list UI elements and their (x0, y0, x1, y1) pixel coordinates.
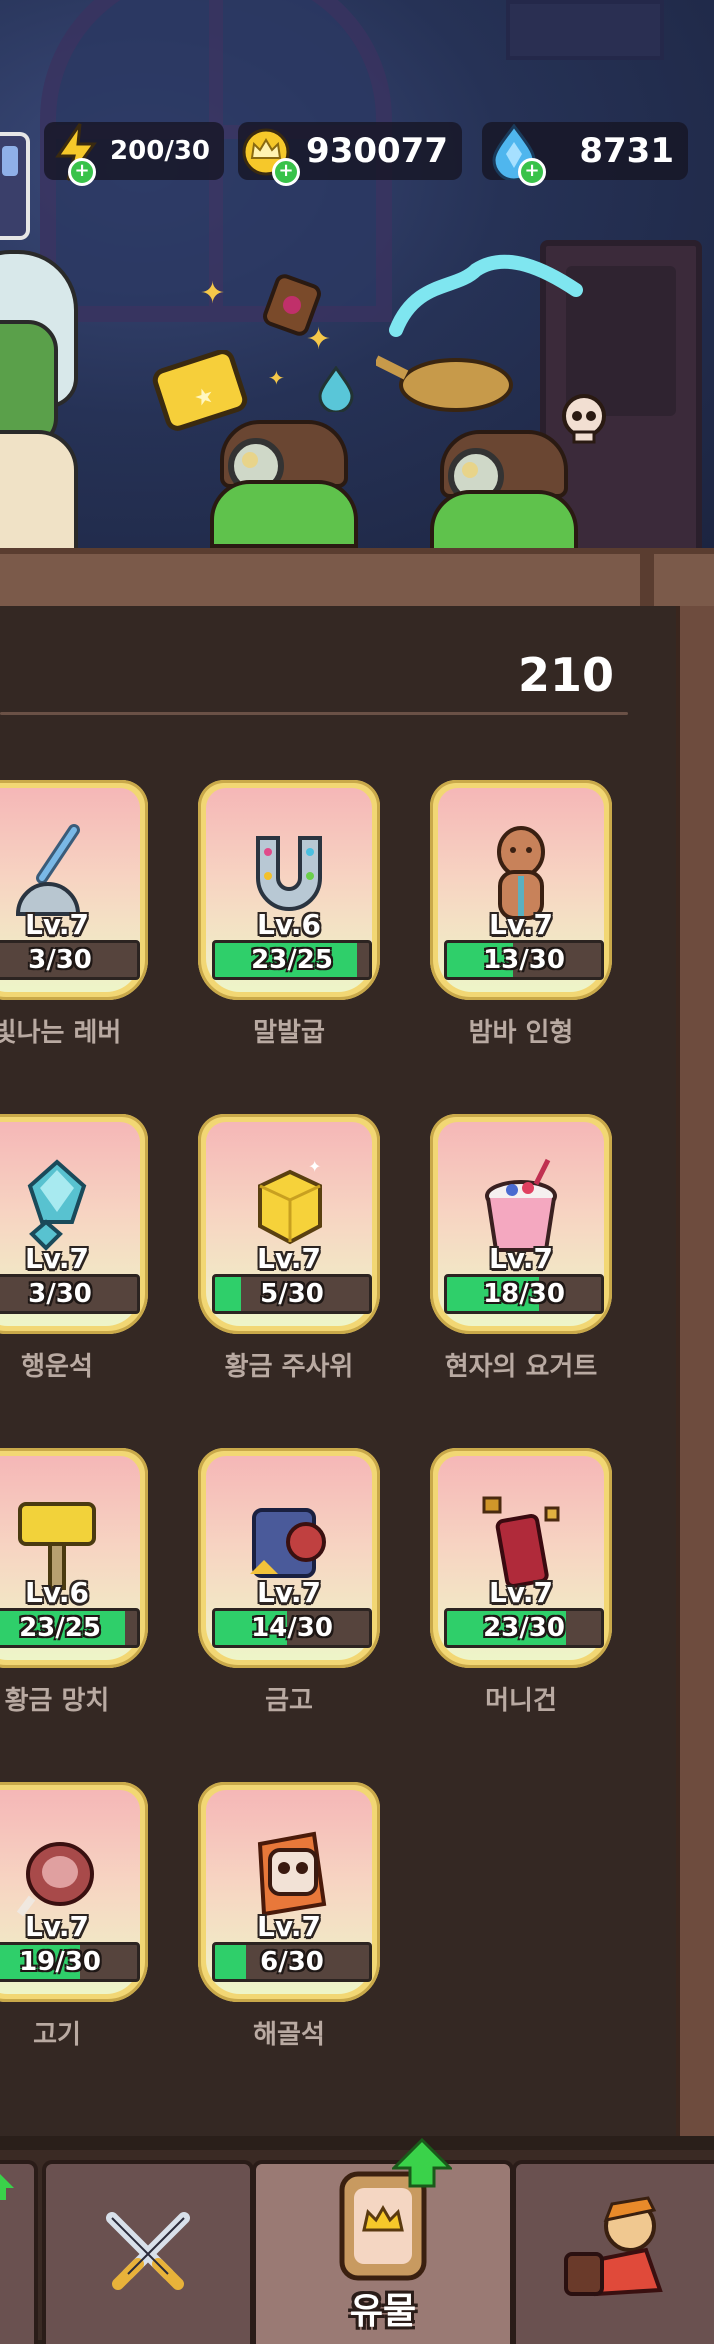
relic-card[interactable]: Lv.7 3/30 (0, 1114, 148, 1336)
relic-name: 황금 주사위 (224, 1352, 354, 1382)
relic-progress-bar: 23/30 (444, 1608, 604, 1648)
relic-card[interactable]: Lv.7 6/30 (198, 1782, 380, 2004)
relic-card[interactable]: Lv.7 3/30 (0, 780, 148, 1002)
relic-progress-bar: 3/30 (0, 1274, 140, 1314)
relic-progress-text: 3/30 (28, 1279, 92, 1309)
zombie-shopkeeper (0, 250, 80, 560)
relic-progress-bar: 5/30 (212, 1274, 372, 1314)
relic-progress-bar: 19/30 (0, 1942, 140, 1982)
sparkle-icon: ✦ (268, 366, 285, 390)
relic-level: Lv.7 (25, 908, 89, 941)
horseshoe-icon (256, 836, 322, 911)
relic-progress-bar: 14/30 (212, 1608, 372, 1648)
sparkle-icon: ✦ (200, 276, 226, 311)
upgrade-arrow-icon (392, 2138, 452, 2188)
relic-progress-text: 23/30 (483, 1613, 565, 1643)
gold-value: 930077 (306, 131, 448, 171)
upgrade-arrow-icon (0, 2174, 14, 2200)
meat-icon (16, 1842, 94, 1917)
floating-gold-dice-icon: ★ (152, 350, 248, 431)
relic-level: Lv.7 (257, 1576, 321, 1609)
relic-progress-text: 23/25 (251, 945, 333, 975)
relic-level: Lv.7 (257, 1242, 321, 1275)
relic-card[interactable]: Lv.7 18/30 (430, 1114, 612, 1336)
gold-resource[interactable]: + 930077 (238, 122, 462, 186)
svg-text:✦: ✦ (308, 1157, 321, 1176)
relic-card[interactable]: Lv.7 19/30 (0, 1782, 148, 2004)
relic-level: Lv.7 (25, 1910, 89, 1943)
relic-card[interactable]: Lv.7 13/30 (430, 780, 612, 1002)
skull-stone-icon (257, 1831, 327, 1917)
golden-hammer-icon (18, 1502, 96, 1590)
panel-side-frame (676, 606, 714, 2136)
relic-progress-bar: 23/25 (0, 1608, 140, 1648)
gold-plus-icon[interactable]: + (272, 158, 300, 186)
left-menu-tab[interactable] (0, 132, 30, 240)
relic-progress-bar: 3/30 (0, 940, 140, 980)
sparkle-icon: ✦ (306, 322, 332, 357)
relic-level: Lv.7 (489, 908, 553, 941)
tab-heroes[interactable] (512, 2160, 714, 2344)
relic-name: 현자의 요거트 (444, 1352, 598, 1382)
shop-scene: ★ ✦ ✦ ✦ (0, 0, 714, 560)
relic-name: 빛나는 레버 (0, 1018, 122, 1048)
relic-progress-bar: 23/25 (212, 940, 372, 980)
safe-icon (250, 1508, 326, 1578)
relic-name: 밤바 인형 (468, 1018, 574, 1048)
gems-resource[interactable]: + 8731 (482, 122, 688, 186)
relic-progress-text: 18/30 (483, 1279, 565, 1309)
tab-battle[interactable] (42, 2160, 254, 2344)
floating-droplet-icon (318, 366, 354, 412)
relic-level: Lv.7 (25, 1242, 89, 1275)
relic-name: 말발굽 (253, 1018, 325, 1048)
relic-name: 황금 망치 (4, 1686, 110, 1716)
relic-card[interactable]: Lv.6 23/25 (0, 1448, 148, 1670)
relic-name: 고기 (33, 2020, 81, 2050)
relic-progress-bar: 13/30 (444, 940, 604, 980)
background-sign (506, 0, 664, 60)
relic-level: Lv.7 (489, 1576, 553, 1609)
relic-progress-bar: 18/30 (444, 1274, 604, 1314)
relic-progress-text: 3/30 (28, 945, 92, 975)
relic-level: Lv.7 (489, 1242, 553, 1275)
tab-relics-label: 유물 (349, 2291, 417, 2332)
relic-card[interactable]: ✦ Lv.7 5/30 (198, 1114, 380, 1336)
relic-progress-text: 13/30 (483, 945, 565, 975)
yogurt-icon (485, 1158, 557, 1252)
floating-skull-icon (562, 394, 606, 444)
panel-divider (0, 712, 628, 715)
relic-card[interactable]: Lv.6 23/25 (198, 780, 380, 1002)
energy-value: 200/30 (110, 136, 210, 166)
relic-level: Lv.6 (25, 1576, 89, 1609)
relic-progress-text: 5/30 (260, 1279, 324, 1309)
hero-icon (564, 2196, 663, 2297)
energy-plus-icon[interactable]: + (68, 158, 96, 186)
crossed-swords-icon (106, 2212, 190, 2290)
relic-progress-text: 19/30 (19, 1947, 101, 1977)
relic-card[interactable]: Lv.7 23/30 (430, 1448, 612, 1670)
relic-total-count: 210 (517, 648, 614, 702)
golden-dice-icon: ✦ (258, 1157, 322, 1245)
relic-name: 해골석 (253, 2020, 325, 2050)
money-gun-icon (482, 1496, 560, 1589)
relic-card[interactable]: Lv.7 14/30 (198, 1448, 380, 1670)
relic-level: Lv.6 (257, 908, 321, 941)
relic-progress-bar: 6/30 (212, 1942, 372, 1982)
relic-name: 금고 (265, 1686, 313, 1716)
relic-progress-text: 14/30 (251, 1613, 333, 1643)
luck-stone-icon (27, 1159, 87, 1251)
gems-value: 8731 (579, 131, 674, 171)
relic-level: Lv.7 (257, 1910, 321, 1943)
goggle-critter-right (420, 430, 580, 558)
tab-relics[interactable]: 유물 (252, 2138, 514, 2344)
relic-name: 행운석 (21, 1352, 93, 1382)
lever-icon (15, 824, 81, 916)
energy-resource[interactable]: + 200/30 (44, 122, 224, 186)
relic-progress-text: 6/30 (260, 1947, 324, 1977)
doll-icon (497, 826, 545, 920)
gems-plus-icon[interactable]: + (518, 158, 546, 186)
relic-name: 머니건 (485, 1686, 557, 1716)
relic-progress-text: 23/25 (19, 1613, 101, 1643)
